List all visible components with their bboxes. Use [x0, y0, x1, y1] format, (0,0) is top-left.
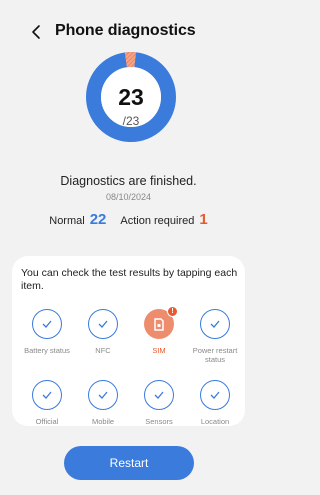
- checkmark-icon: [200, 380, 230, 410]
- result-item-sensors[interactable]: Sensors: [129, 380, 189, 426]
- result-item-label: Power restart status: [192, 346, 238, 364]
- total-count: /23: [122, 114, 140, 128]
- result-item-label: Battery status: [24, 346, 70, 355]
- result-item-battery-status[interactable]: Battery status: [17, 309, 77, 355]
- result-item-sim[interactable]: ! SIM: [129, 306, 189, 355]
- passed-count: 23: [118, 84, 144, 110]
- checkmark-icon: [88, 309, 118, 339]
- checkmark-icon: [32, 380, 62, 410]
- result-item-mobile[interactable]: Mobile: [73, 380, 133, 426]
- status-text: Diagnostics are finished.: [60, 174, 197, 188]
- chevron-left-icon[interactable]: [31, 24, 43, 40]
- result-item-official[interactable]: Official: [17, 380, 77, 426]
- action-required-count: 1: [199, 211, 208, 228]
- result-item-power-restart-status[interactable]: Power restart status: [185, 309, 245, 364]
- normal-count: 22: [89, 211, 107, 228]
- checkmark-icon: [88, 380, 118, 410]
- checkmark-icon: [32, 309, 62, 339]
- result-item-label: NFC: [95, 346, 111, 355]
- results-intro: You can check the test results by tappin…: [21, 267, 238, 292]
- diagnostics-date: 08/10/2024: [105, 192, 152, 202]
- checkmark-icon: [200, 309, 230, 339]
- progress-ring: 23 /23: [84, 50, 178, 144]
- exclamation-icon: !: [167, 306, 178, 317]
- checkmark-icon: [144, 380, 174, 410]
- results-card: You can check the test results by tappin…: [12, 256, 245, 426]
- restart-button[interactable]: Restart: [64, 446, 194, 480]
- result-counts: Normal 22 Action required 1: [0, 211, 257, 228]
- result-item-location[interactable]: Location: [185, 380, 245, 426]
- header: Phone diagnostics: [0, 18, 257, 46]
- normal-label: Normal: [49, 215, 85, 227]
- sim-card-icon: !: [144, 306, 178, 339]
- result-item-nfc[interactable]: NFC: [73, 309, 133, 355]
- page-title: Phone diagnostics: [55, 22, 196, 39]
- action-required-label: Action required: [120, 215, 195, 227]
- result-item-label: SIM: [152, 346, 166, 355]
